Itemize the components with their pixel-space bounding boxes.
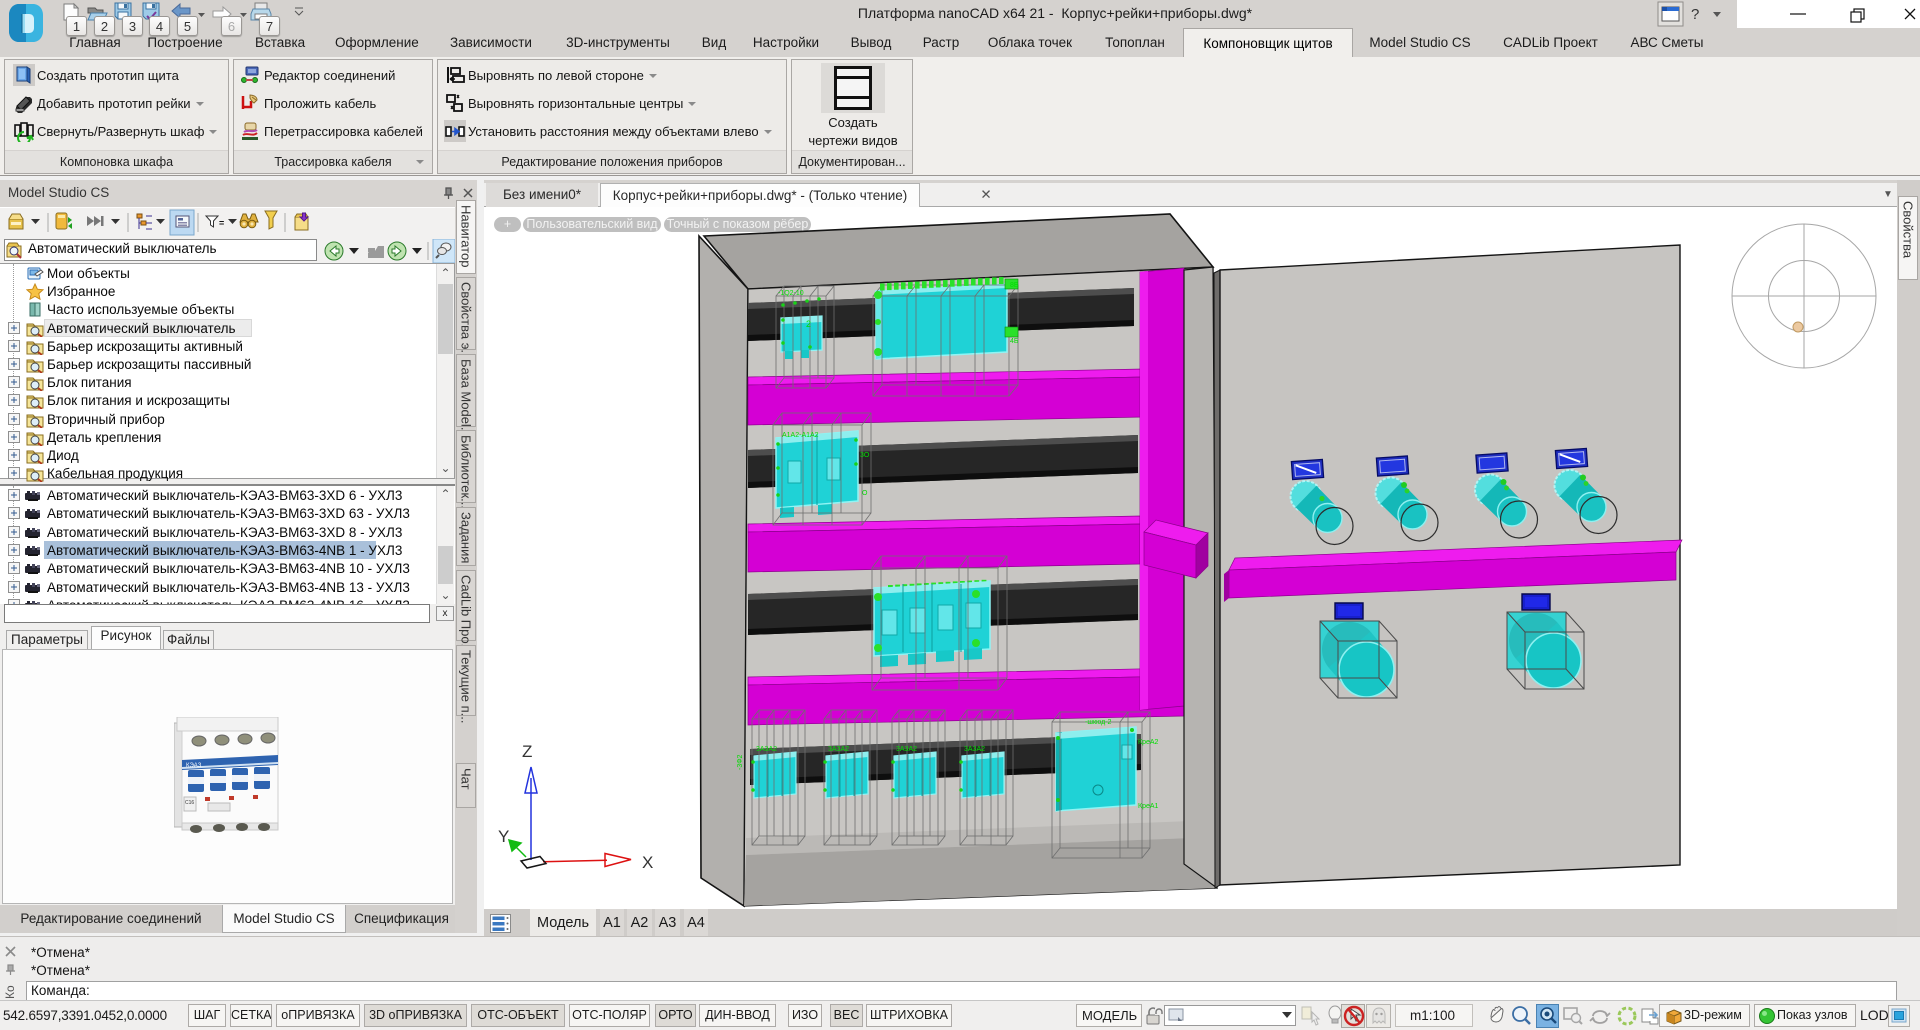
- svg-text:КреА2: КреА2: [1138, 739, 1159, 746]
- svg-text:8Б: 8Б: [1010, 282, 1019, 289]
- svg-text:А1А2-А1А2: А1А2-А1А2: [782, 432, 819, 439]
- svg-text:КЭАЗ: КЭАЗ: [186, 763, 202, 769]
- svg-text:C16: C16: [185, 800, 194, 806]
- svg-text:Z: Z: [522, 742, 532, 761]
- svg-text:4Б: 4Б: [1010, 338, 1019, 345]
- svg-text:О: О: [862, 490, 868, 497]
- svg-text:Ко: Ко: [3, 985, 17, 999]
- svg-text:3О: 3О: [860, 452, 870, 459]
- svg-text:КреА1: КреА1: [1138, 803, 1159, 810]
- svg-text:-3Ф2: -3Ф2: [737, 754, 744, 770]
- svg-text:X: X: [642, 853, 653, 872]
- svg-text:-1Q2-10: -1Q2-10: [778, 290, 804, 297]
- svg-text:3А3А2: 3А3А2: [964, 746, 985, 753]
- svg-text:2: 2: [806, 319, 811, 329]
- svg-text:?: ?: [1691, 6, 1699, 23]
- svg-text:Y: Y: [498, 827, 509, 846]
- svg-text:3А3А2: 3А3А2: [828, 746, 849, 753]
- svg-text:-шкюд-2: -шкюд-2: [1085, 719, 1112, 726]
- svg-text:3А3А2: 3А3А2: [756, 746, 777, 753]
- svg-text:=: =: [219, 218, 224, 228]
- svg-text:3А3А2: 3А3А2: [896, 746, 917, 753]
